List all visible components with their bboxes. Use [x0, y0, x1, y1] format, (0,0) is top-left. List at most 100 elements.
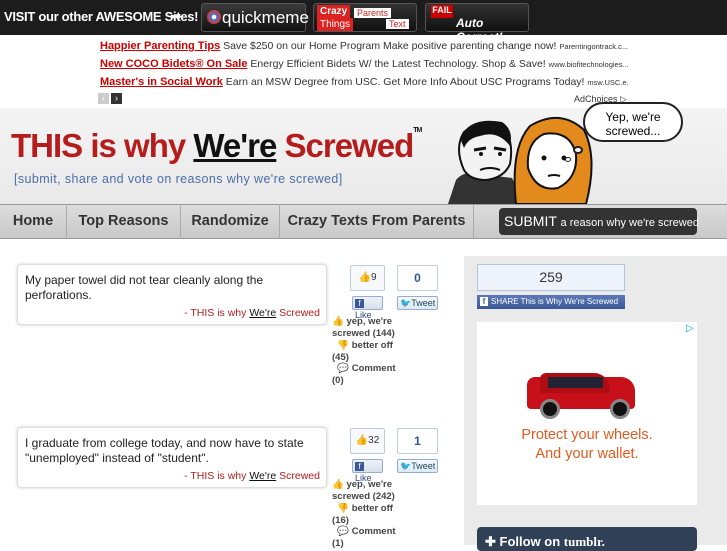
- car-wheel: [540, 399, 560, 419]
- facebook-like-button[interactable]: fLike: [352, 459, 383, 483]
- nav-top-reasons[interactable]: Top Reasons: [67, 204, 181, 239]
- display-ad[interactable]: [477, 322, 697, 505]
- tweet-label: Tweet: [411, 298, 436, 308]
- vote-better-off[interactable]: 👎 better off (16): [332, 503, 402, 527]
- thumbs-down-icon: 👎: [332, 503, 352, 514]
- like-count: 32: [368, 435, 380, 446]
- things-label: Things: [317, 18, 354, 31]
- facebook-icon: f: [480, 297, 488, 306]
- vote-screwed[interactable]: 👍 yep, we're screwed (242): [332, 479, 402, 503]
- ad-next-button[interactable]: ›: [111, 93, 122, 104]
- thought-dot: [573, 146, 583, 154]
- submit-label: SUBMIT: [504, 213, 557, 229]
- site-logo[interactable]: THIS is why We're ScrewedTM: [11, 127, 422, 165]
- post-text: I graduate from college today, and now h…: [25, 436, 304, 465]
- ad-text: Save $250 on our Home Program Make posit…: [223, 40, 557, 52]
- ad-url[interactable]: msw.USC.e...: [587, 78, 628, 87]
- man-face: [448, 120, 524, 204]
- fail-autocorrect-link[interactable]: FAIL Auto Correct!: [425, 3, 529, 44]
- plus-icon: ✚: [485, 534, 500, 549]
- facebook-icon: f: [355, 299, 364, 308]
- crazy-label: Crazy: [317, 5, 351, 18]
- submit-sublabel: a reason why we're screwed: [560, 217, 699, 229]
- ad-info-icon[interactable]: ▷: [686, 323, 697, 334]
- ad-item[interactable]: Happier Parenting Tips Save $250 on our …: [100, 40, 628, 52]
- submit-button[interactable]: SUBMIT a reason why we're screwed: [499, 208, 699, 235]
- fail-label: FAIL: [431, 5, 453, 18]
- nav-crazy-texts[interactable]: Crazy Texts From Parents: [280, 204, 474, 239]
- ad-url[interactable]: Parentingontrack.c...: [559, 42, 628, 51]
- logo-part: Screwed: [276, 127, 414, 164]
- car-wheel: [610, 399, 630, 419]
- tweet-button[interactable]: 🐦Tweet: [397, 296, 438, 310]
- ad-item[interactable]: New COCO Bidets® On Sale Energy Efficien…: [100, 58, 628, 70]
- thumbs-down-icon: 👎: [332, 340, 352, 351]
- nav-home[interactable]: Home: [0, 204, 67, 239]
- signature-text: - THIS is why: [184, 470, 250, 482]
- ad-url[interactable]: www.biofitechnologies...: [549, 60, 628, 69]
- share-count: 259: [477, 264, 625, 291]
- ad-title[interactable]: New COCO Bidets® On Sale: [100, 58, 247, 70]
- ad-prev-button[interactable]: ‹: [98, 93, 109, 104]
- text-label: Text: [386, 19, 409, 29]
- like-count-box: 👍32: [350, 428, 385, 454]
- signature-text: Screwed: [276, 307, 320, 319]
- thumbs-up-icon: 👍: [332, 479, 347, 490]
- tumblr-label: Follow on: [499, 534, 564, 549]
- ad-headline: Protect your wheels.: [521, 427, 653, 443]
- share-label: SHARE This is Why We're Screwed: [491, 297, 619, 306]
- quickmeme-label: quickmeme: [222, 8, 309, 27]
- post-card: My paper towel did not tear cleanly alon…: [17, 264, 327, 325]
- facebook-icon: f: [355, 462, 364, 471]
- tweet-count-box: 1: [397, 428, 438, 454]
- post-signature: - THIS is why We're Screwed: [184, 307, 320, 319]
- thumbs-up-icon: 👍: [358, 272, 371, 283]
- logo-part: We're: [193, 127, 277, 164]
- quickmeme-logo-icon: [207, 10, 221, 24]
- tweet-count-box: 0: [397, 265, 438, 291]
- speech-bubble: Yep, we're screwed...: [583, 102, 683, 142]
- like-count-box: 👍9: [350, 265, 385, 291]
- vote-better-off[interactable]: 👎 better off (45): [332, 340, 402, 364]
- crazy-texts-link[interactable]: Crazy Things Parents Text: [313, 3, 417, 32]
- ad-subheadline: And your wallet.: [535, 446, 639, 462]
- twitter-icon: 🐦: [400, 461, 412, 471]
- post-text: My paper towel did not tear cleanly alon…: [25, 273, 264, 302]
- comment-link[interactable]: 💬 Comment (1): [332, 526, 402, 550]
- ad-text: Energy Efficient Bidets W/ the Latest Te…: [250, 58, 546, 70]
- text-ads: Happier Parenting Tips Save $250 on our …: [96, 37, 631, 107]
- like-count: 9: [370, 272, 377, 283]
- comment-link[interactable]: 💬 Comment (0): [332, 363, 402, 387]
- signature-text: - THIS is why: [184, 307, 250, 319]
- thumbs-up-icon: 👍: [355, 435, 369, 446]
- comment-icon: 💬: [332, 363, 352, 374]
- thumbs-up-icon: 👍: [332, 316, 347, 327]
- tumblr-brand: tumblr.: [563, 534, 605, 549]
- car-window: [548, 377, 603, 388]
- ad-item[interactable]: Master's in Social Work Earn an MSW Degr…: [100, 76, 628, 88]
- woman-face: [513, 117, 593, 204]
- parents-label: Parents: [354, 8, 392, 18]
- ad-title[interactable]: Master's in Social Work: [100, 76, 223, 88]
- quickmeme-link[interactable]: quickmeme: [201, 3, 309, 32]
- arrow-right-icon: ➡: [170, 8, 182, 24]
- comment-icon: 💬: [332, 526, 352, 537]
- twitter-icon: 🐦: [400, 298, 412, 308]
- signature-text: We're: [249, 470, 277, 482]
- tweet-label: Tweet: [411, 461, 436, 471]
- follow-tumblr-button[interactable]: ✚ Follow on tumblr.: [477, 527, 697, 551]
- post-signature: - THIS is why We're Screwed: [184, 470, 320, 482]
- vote-screwed[interactable]: 👍 yep, we're screwed (144): [332, 316, 402, 340]
- thought-dot: [565, 157, 571, 162]
- logo-part: THIS is why: [11, 127, 194, 164]
- facebook-like-button[interactable]: fLike: [352, 296, 383, 320]
- facebook-share-button[interactable]: f SHARE This is Why We're Screwed: [477, 295, 625, 309]
- ad-text: Earn an MSW Degree from USC. Get More In…: [225, 76, 585, 88]
- nav-randomize[interactable]: Randomize: [181, 204, 280, 239]
- post-card: I graduate from college today, and now h…: [17, 427, 327, 488]
- signature-text: We're: [249, 307, 277, 319]
- tweet-button[interactable]: 🐦Tweet: [397, 459, 438, 473]
- signature-text: Screwed: [276, 470, 320, 482]
- tagline: [submit, share and vote on reasons why w…: [14, 172, 343, 186]
- ad-title[interactable]: Happier Parenting Tips: [100, 40, 220, 52]
